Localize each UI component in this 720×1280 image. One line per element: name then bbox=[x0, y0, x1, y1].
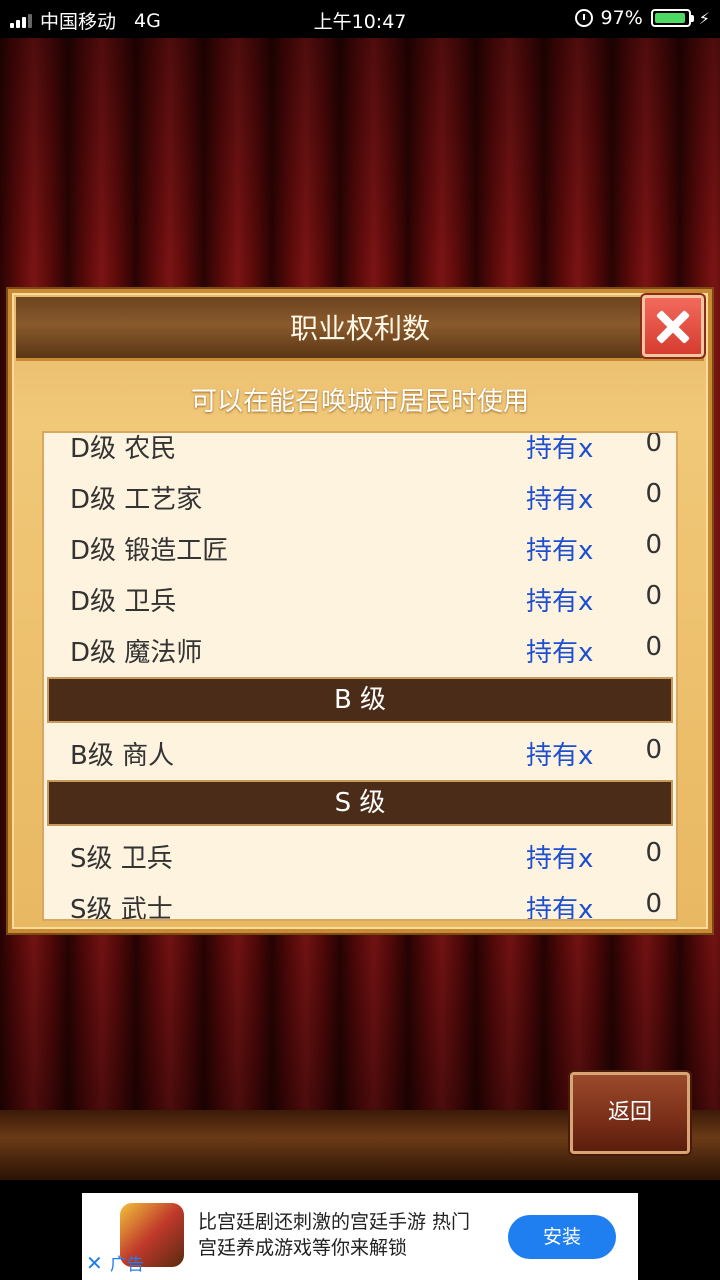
hold-count: 0 bbox=[645, 632, 662, 662]
job-name: S级 武士 bbox=[70, 895, 173, 921]
hold-label: 持有x bbox=[526, 844, 594, 874]
hold-label: 持有x bbox=[526, 741, 594, 771]
close-icon[interactable]: ✕ bbox=[86, 1253, 103, 1273]
close-button[interactable] bbox=[642, 295, 704, 357]
list-item: D级 农民 持有x 0 bbox=[44, 431, 676, 470]
job-name: D级 工艺家 bbox=[70, 485, 203, 515]
dialog-title: 职业权利数 bbox=[289, 312, 430, 345]
job-list[interactable]: D级 农民 持有x 0 D级 工艺家 持有x 0 D级 锻造工匠 持有x 0 D… bbox=[42, 431, 678, 921]
battery-percent: 97% bbox=[600, 7, 643, 29]
list-item: S级 卫兵 持有x 0 bbox=[44, 829, 676, 880]
hold-label: 持有x bbox=[526, 638, 594, 668]
hold-label: 持有x bbox=[526, 434, 594, 464]
job-name: D级 魔法师 bbox=[70, 638, 203, 668]
list-item: S级 武士 持有x 0 bbox=[44, 880, 676, 921]
hold-count: 0 bbox=[645, 889, 662, 919]
hold-count: 0 bbox=[645, 530, 662, 560]
section-header-s: S 级 bbox=[47, 780, 673, 826]
status-right: 97% ⚡ bbox=[574, 7, 710, 29]
section-header-b: B 级 bbox=[47, 677, 673, 723]
job-name: B级 商人 bbox=[70, 741, 175, 771]
ad-banner[interactable]: 比宫廷剧还刺激的宫廷手游 热门宫廷养成游戏等你来解锁 安装 ✕ 广告 bbox=[82, 1193, 638, 1280]
hold-label: 持有x bbox=[526, 587, 594, 617]
status-bar: 中国移动 4G 上午10:47 97% ⚡ bbox=[0, 0, 720, 38]
list-item: D级 工艺家 持有x 0 bbox=[44, 470, 676, 521]
job-name: D级 农民 bbox=[70, 434, 177, 464]
ad-tag: 广告 bbox=[110, 1255, 144, 1275]
list-item: D级 魔法师 持有x 0 bbox=[44, 623, 676, 674]
alarm-icon bbox=[574, 9, 593, 27]
list-item: B级 商人 持有x 0 bbox=[44, 726, 676, 777]
hold-label: 持有x bbox=[526, 895, 594, 921]
install-button[interactable]: 安装 bbox=[508, 1215, 616, 1259]
battery-icon bbox=[650, 9, 694, 27]
job-rights-dialog: 职业权利数 可以在能召唤城市居民时使用 D级 农民 持有x 0 D级 工艺家 持… bbox=[8, 289, 712, 933]
list-scroll-content: D级 农民 持有x 0 D级 工艺家 持有x 0 D级 锻造工匠 持有x 0 D… bbox=[44, 431, 676, 921]
charging-icon: ⚡ bbox=[698, 8, 710, 28]
hold-count: 0 bbox=[645, 581, 662, 611]
job-name: D级 卫兵 bbox=[70, 587, 177, 617]
ad-bar: 比宫廷剧还刺激的宫廷手游 热门宫廷养成游戏等你来解锁 安装 ✕ 广告 bbox=[0, 1180, 720, 1280]
ad-description[interactable]: 比宫廷剧还刺激的宫廷手游 热门宫廷养成游戏等你来解锁 bbox=[198, 1209, 488, 1261]
hold-count: 0 bbox=[645, 838, 662, 868]
list-item: D级 锻造工匠 持有x 0 bbox=[44, 521, 676, 572]
list-item: D级 卫兵 持有x 0 bbox=[44, 572, 676, 623]
dialog-header: 职业权利数 bbox=[16, 297, 704, 361]
hold-count: 0 bbox=[645, 735, 662, 765]
hold-count: 0 bbox=[645, 479, 662, 509]
hold-label: 持有x bbox=[526, 485, 594, 515]
job-name: S级 卫兵 bbox=[70, 844, 173, 874]
dialog-subtitle: 可以在能召唤城市居民时使用 bbox=[190, 387, 529, 417]
hold-label: 持有x bbox=[526, 536, 594, 566]
back-button[interactable]: 返回 bbox=[570, 1072, 690, 1154]
job-name: D级 锻造工匠 bbox=[70, 536, 229, 566]
hold-count: 0 bbox=[645, 431, 662, 458]
